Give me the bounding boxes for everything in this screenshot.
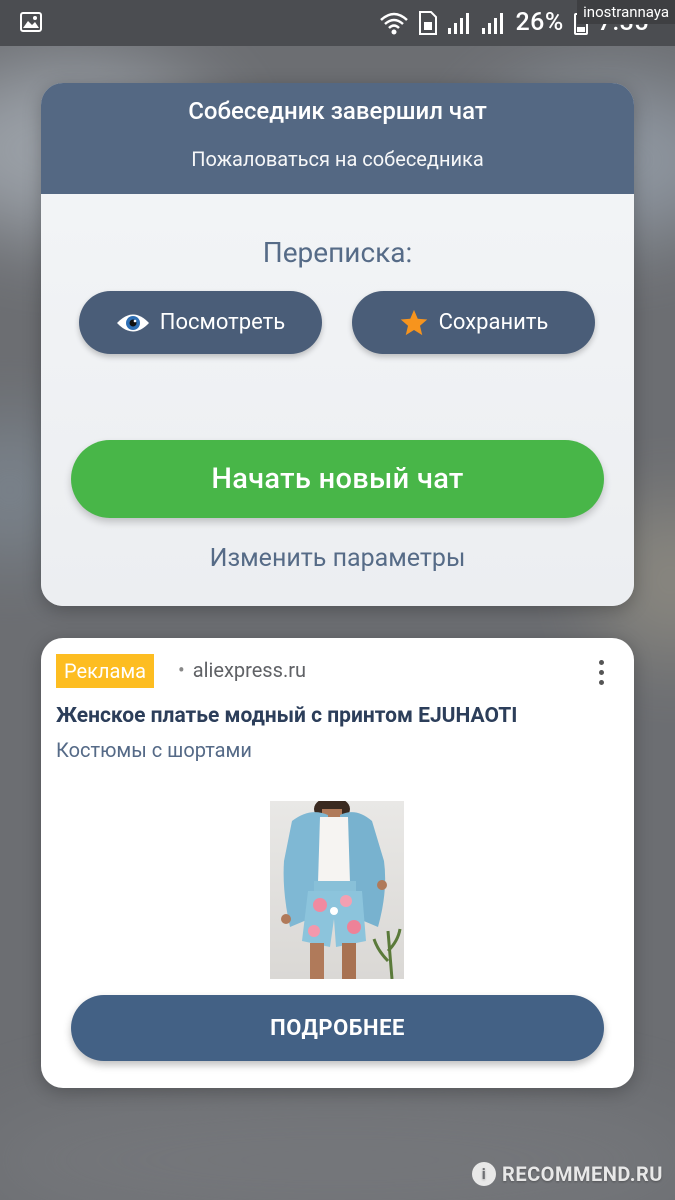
recommend-watermark-text: RECOMMEND.RU [502,1162,663,1186]
ad-badge: Реклама [56,654,155,688]
dialog-header: Собеседник завершил чат Пожаловаться на … [41,83,634,194]
status-bar: 26% 7:35 inostrannaya [0,0,675,46]
battery-percent: 26% [515,8,564,37]
ad-title[interactable]: Женское платье модный с принтом EJUHAOTI [56,704,517,728]
ad-domain: • aliexpress.ru [178,658,306,682]
dot-separator: • [178,658,185,682]
recommend-logo-icon: i [472,1162,496,1186]
dialog-body: Переписка: Посмотреть Сохранить Начать н… [41,194,634,606]
report-partner-link[interactable]: Пожаловаться на собеседника [41,147,634,171]
username-watermark: inostrannaya [577,0,675,24]
ad-product-image[interactable] [270,801,404,979]
chat-history-label: Переписка: [262,236,413,269]
more-vert-icon [598,659,604,665]
ad-subtitle: Костюмы с шортами [56,738,252,762]
start-new-chat-button[interactable]: Начать новый чат [71,440,604,518]
ad-card[interactable]: Реклама • aliexpress.ru Женское платье мо… [41,638,634,1088]
dialog-title: Собеседник завершил чат [188,97,487,125]
view-chat-label: Посмотреть [159,310,286,335]
signal-1-icon [448,12,470,34]
image-notification-icon [20,12,42,32]
save-chat-label: Сохранить [438,310,549,335]
more-info-button[interactable]: ПОДРОБНЕЕ [71,995,604,1061]
more-options-button[interactable] [584,652,618,692]
signal-2-icon [482,12,504,34]
star-icon [400,309,427,335]
ad-domain-text: aliexpress.ru [192,658,307,682]
change-parameters-link[interactable]: Изменить параметры [41,544,634,573]
save-chat-button[interactable]: Сохранить [352,291,595,354]
wifi-icon [380,12,409,34]
chat-ended-dialog: Собеседник завершил чат Пожаловаться на … [41,83,634,606]
view-chat-button[interactable]: Посмотреть [79,291,322,354]
sim-card-icon [419,10,438,35]
eye-icon [116,314,149,331]
recommend-watermark: i RECOMMEND.RU [472,1162,663,1186]
